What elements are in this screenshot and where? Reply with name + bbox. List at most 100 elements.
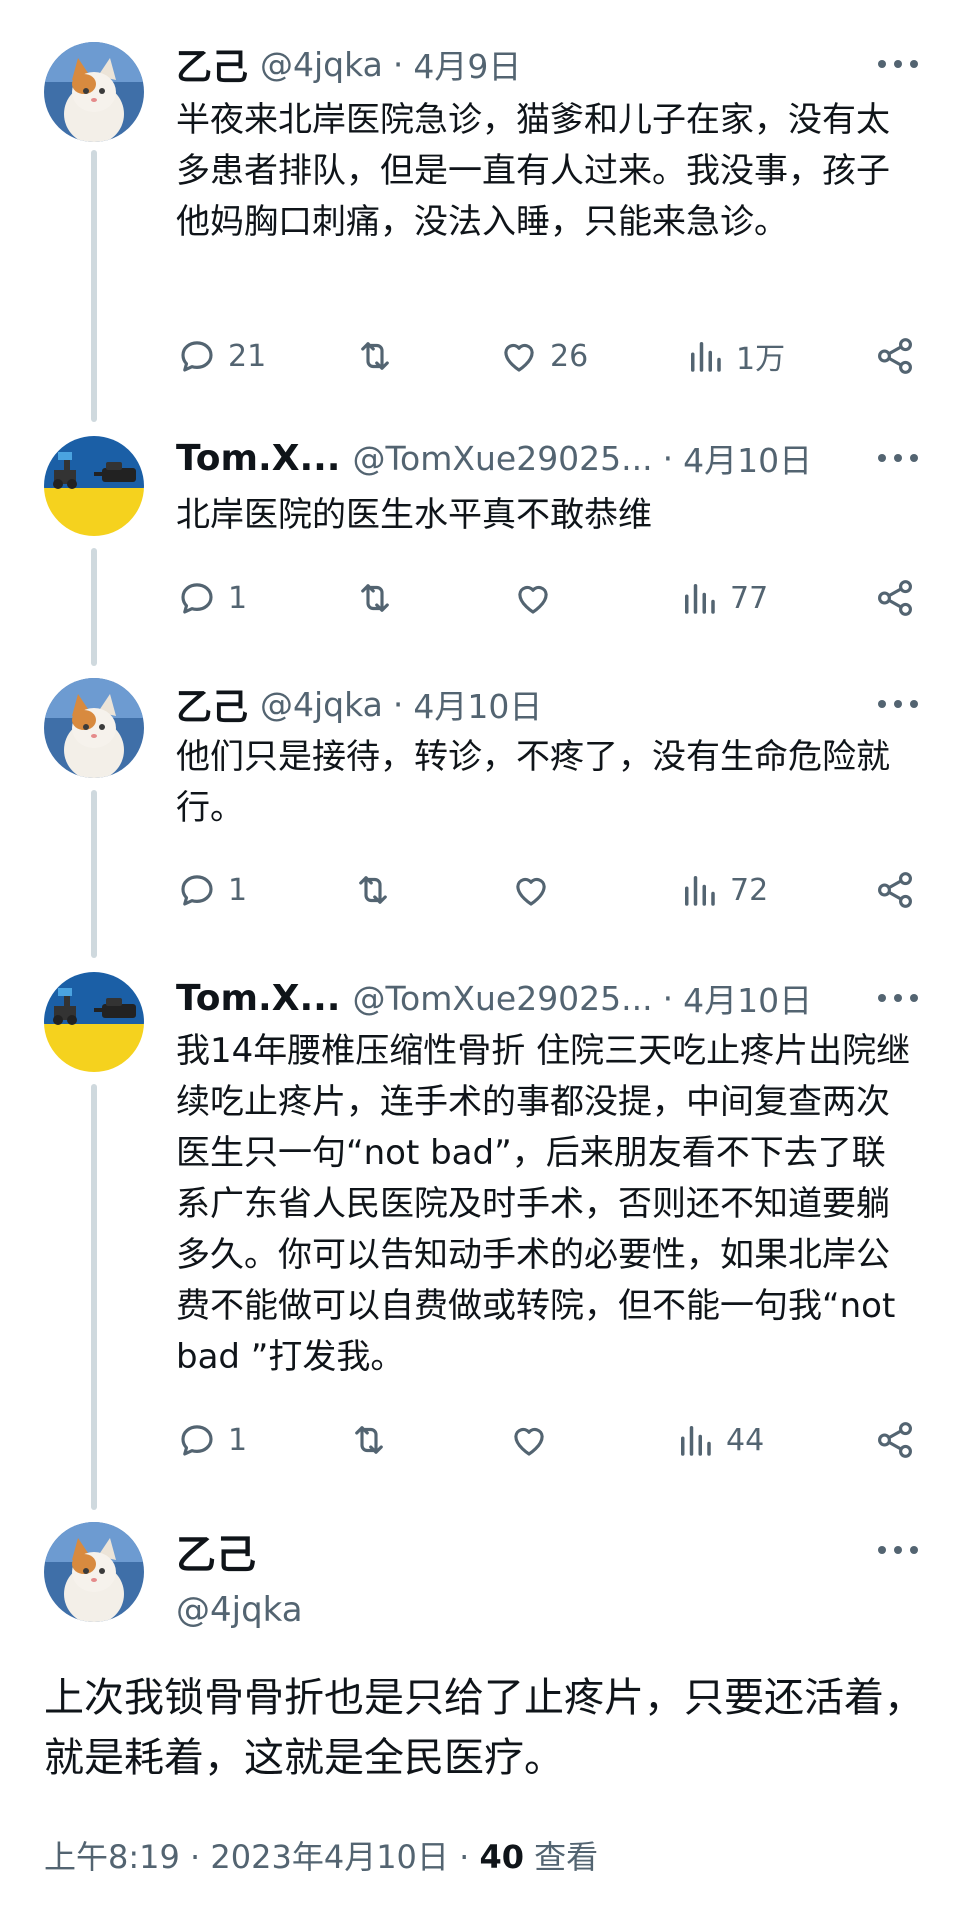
views-button[interactable]: 1万 <box>684 330 785 382</box>
tweet-date[interactable]: 4月10日 <box>683 974 812 1022</box>
retweet-icon <box>359 876 387 904</box>
separator-dot: · <box>662 978 674 1018</box>
retweet-button[interactable] <box>354 572 396 624</box>
share-icon <box>878 338 912 374</box>
tweet-date[interactable]: 4月10日 <box>683 434 812 482</box>
tweet-actions: 1 77 <box>176 572 916 624</box>
tweet-text: 半夜来北岸医院急诊，猫爹和儿子在家，没有太多患者排队，但是一直有人过来。我没事，… <box>176 100 890 242</box>
separator-dot: · <box>459 1838 470 1876</box>
tweet-thread-page: 乙己 @4jqka · 4月9日 半夜来北岸医院急诊，猫爹和儿子在家，没有太多患… <box>0 0 962 1920</box>
tank-avatar[interactable] <box>44 436 144 536</box>
reply-button[interactable]: 1 <box>176 572 247 624</box>
views-count: 77 <box>730 580 769 616</box>
cat-avatar[interactable] <box>44 1522 144 1622</box>
views-count: 1万 <box>736 342 786 377</box>
tweet-time[interactable]: 上午8:19 <box>44 1838 180 1876</box>
thread-line <box>91 790 97 958</box>
more-icon[interactable] <box>878 54 918 74</box>
tweet-text: 我14年腰椎压缩性骨折 住院三天吃止疼片出院继续吃止疼片，连手术的事都没提，中间… <box>176 1031 911 1377</box>
like-button[interactable] <box>512 572 554 624</box>
tweet-text: 北岸医院的医生水平真不敢恭维 <box>176 495 652 535</box>
display-name[interactable]: Tom.X... <box>176 978 340 1019</box>
retweet-icon <box>355 1426 383 1454</box>
separator-dot: · <box>392 44 404 84</box>
more-icon[interactable] <box>878 448 918 468</box>
display-name[interactable]: 乙己 <box>176 1522 303 1580</box>
main-tweet-header: 乙己 @4jqka <box>176 1522 303 1630</box>
like-button[interactable] <box>510 864 552 916</box>
retweet-button[interactable] <box>348 1414 390 1466</box>
like-icon <box>514 1427 544 1456</box>
more-icon[interactable] <box>878 694 918 714</box>
tweet-header: Tom.X... @TomXue29025... · 4月10日 <box>176 434 922 482</box>
share-icon <box>878 1422 912 1458</box>
reply-count: 1 <box>228 1422 248 1458</box>
like-button[interactable] <box>508 1414 550 1466</box>
share-button[interactable] <box>874 572 916 624</box>
display-name[interactable]: 乙己 <box>176 40 248 88</box>
user-handle[interactable]: @TomXue29025... <box>352 979 652 1018</box>
reply-count: 1 <box>228 872 248 908</box>
reply-icon <box>181 875 213 906</box>
separator-dot: · <box>392 684 404 724</box>
share-icon <box>878 872 912 908</box>
tweet-full-date[interactable]: 2023年4月10日 <box>210 1838 449 1876</box>
cat-avatar[interactable] <box>44 42 144 142</box>
views-button[interactable]: 44 <box>674 1414 764 1466</box>
reply-button[interactable]: 1 <box>176 1414 247 1466</box>
like-button[interactable]: 26 <box>498 330 588 382</box>
separator-dot: · <box>662 438 674 478</box>
tweet-header: Tom.X... @TomXue29025... · 4月10日 <box>176 974 922 1022</box>
views-button[interactable]: 77 <box>678 572 768 624</box>
share-icon <box>878 580 912 616</box>
views-count: 72 <box>730 872 769 908</box>
display-name[interactable]: Tom.X... <box>176 438 340 479</box>
like-icon <box>504 343 534 372</box>
separator-dot: · <box>190 1838 201 1876</box>
views-count: 44 <box>726 1422 765 1458</box>
views-count: 40 <box>479 1838 524 1876</box>
more-icon[interactable] <box>878 988 918 1008</box>
tweet-text: 他们只是接待，转诊，不疼了，没有生命危险就行。 <box>176 737 890 828</box>
tweet-actions: 1 44 <box>176 1414 916 1466</box>
tweet-date[interactable]: 4月9日 <box>413 40 521 88</box>
views-label: 查看 <box>534 1838 599 1876</box>
reply-icon <box>181 341 213 372</box>
cat-avatar[interactable] <box>44 678 144 778</box>
reply-icon <box>181 1425 213 1456</box>
user-handle[interactable]: @4jqka <box>260 685 383 724</box>
tweet-actions: 1 72 <box>176 864 916 916</box>
reply-button[interactable]: 21 <box>176 330 266 382</box>
retweet-icon <box>361 342 389 370</box>
tank-avatar[interactable] <box>44 972 144 1072</box>
retweet-button[interactable] <box>354 330 396 382</box>
views-icon <box>685 584 715 614</box>
views-icon <box>691 342 721 372</box>
views-icon <box>681 1426 711 1456</box>
tweet-header: 乙己 @4jqka · 4月10日 <box>176 680 922 729</box>
tweet-meta: 上午8:19 · 2023年4月10日 · 40 查看 <box>44 1832 598 1878</box>
reply-count: 21 <box>228 338 267 374</box>
user-handle[interactable]: @4jqka <box>176 1590 303 1630</box>
share-button[interactable] <box>874 330 916 382</box>
tweet-header: 乙己 @4jqka · 4月9日 <box>176 40 922 89</box>
like-icon <box>516 877 546 906</box>
display-name[interactable]: 乙己 <box>176 680 248 728</box>
main-tweet-text: 上次我锁骨骨折也是只给了止疼片，只要还活着，就是耗着，这就是全民医疗。 <box>44 1675 924 1781</box>
tweet-actions: 21 26 1万 <box>176 330 916 382</box>
views-button[interactable]: 72 <box>678 864 768 916</box>
share-button[interactable] <box>874 1414 916 1466</box>
retweet-icon <box>361 584 389 612</box>
share-button[interactable] <box>874 864 916 916</box>
tweet-date[interactable]: 4月10日 <box>413 680 542 728</box>
user-handle[interactable]: @TomXue29025... <box>352 439 652 478</box>
like-icon <box>518 585 548 614</box>
reply-count: 1 <box>228 580 248 616</box>
thread-line <box>91 1084 97 1510</box>
thread-line <box>91 150 97 422</box>
more-icon[interactable] <box>878 1540 918 1560</box>
like-count: 26 <box>550 338 589 374</box>
reply-button[interactable]: 1 <box>176 864 247 916</box>
user-handle[interactable]: @4jqka <box>260 45 383 84</box>
retweet-button[interactable] <box>352 864 394 916</box>
